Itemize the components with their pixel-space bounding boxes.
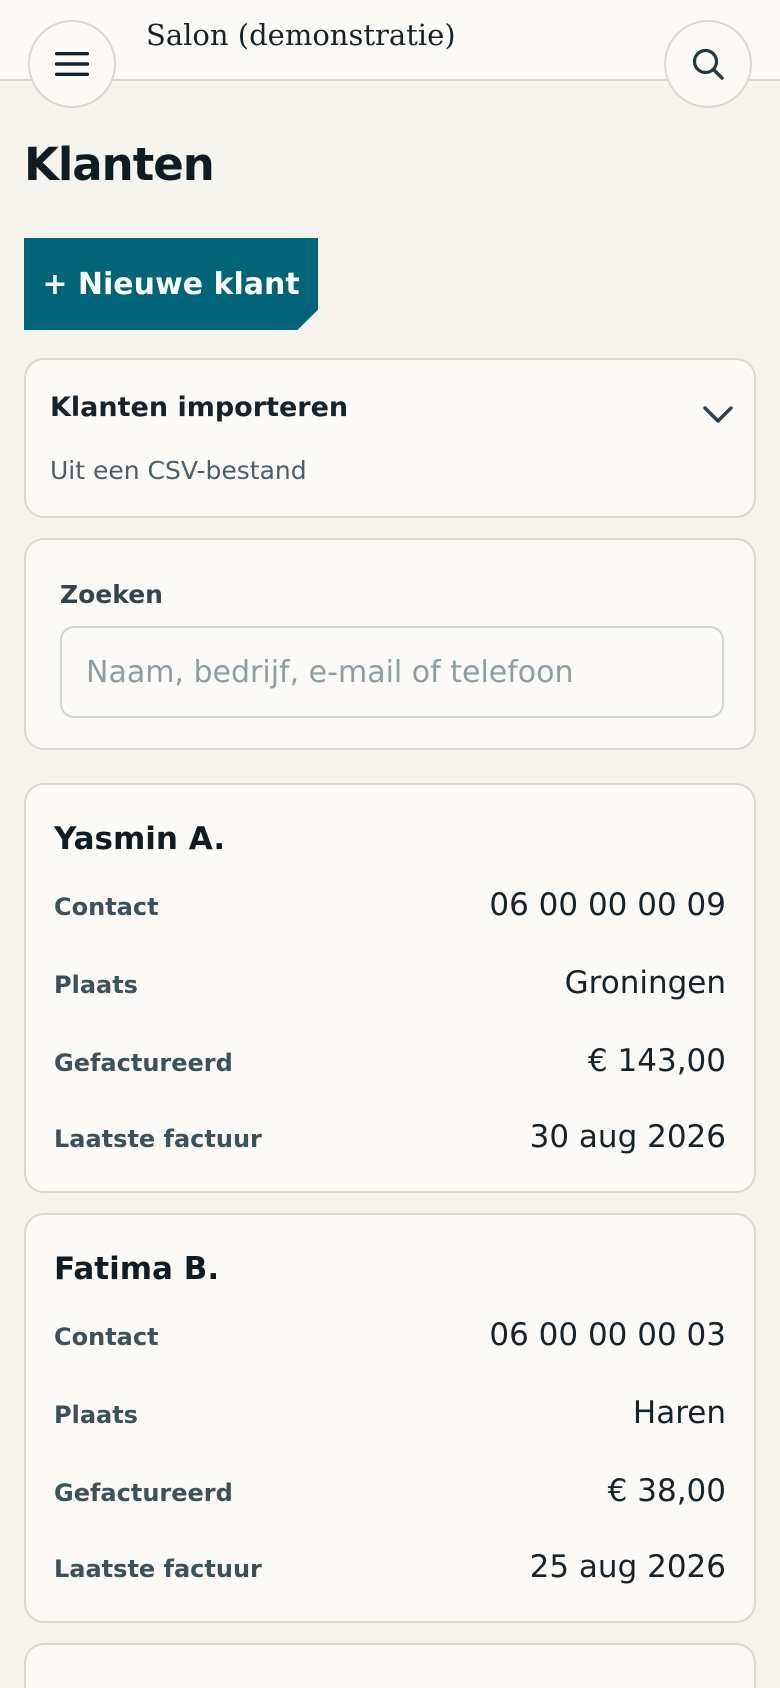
hamburger-menu-icon (55, 52, 89, 76)
import-clients-panel[interactable]: Klanten importeren Uit een CSV-bestand (24, 358, 756, 518)
chevron-down-icon[interactable] (700, 396, 736, 432)
last-invoice-value: 30 aug 2026 (529, 1119, 726, 1155)
contact-label: Contact (54, 1323, 159, 1351)
page-title: Klanten (24, 138, 215, 191)
search-button[interactable] (664, 20, 752, 108)
invoiced-label: Gefactureerd (54, 1049, 233, 1077)
client-card[interactable]: Yasmin A. Contact 06 00 00 00 09 Plaats … (24, 783, 756, 1193)
last-invoice-value: 25 aug 2026 (529, 1549, 726, 1585)
contact-value: 06 00 00 00 09 (489, 887, 726, 923)
client-name[interactable]: Fatima B. (54, 1251, 219, 1287)
client-card[interactable]: Fatima B. Contact 06 00 00 00 03 Plaats … (24, 1213, 756, 1623)
search-label: Zoeken (60, 580, 163, 609)
invoiced-label: Gefactureerd (54, 1479, 233, 1507)
contact-label: Contact (54, 893, 159, 921)
search-input[interactable] (60, 626, 724, 718)
search-panel: Zoeken (24, 538, 756, 750)
invoiced-value: € 38,00 (607, 1473, 726, 1509)
invoiced-value: € 143,00 (587, 1043, 726, 1079)
client-name[interactable]: Yasmin A. (54, 821, 225, 857)
place-value: Haren (632, 1395, 726, 1431)
brand-name[interactable]: Salon (demonstratie) (146, 18, 456, 52)
last-invoice-label: Laatste factuur (54, 1125, 262, 1153)
client-card[interactable] (24, 1643, 756, 1688)
contact-value: 06 00 00 00 03 (489, 1317, 726, 1353)
new-client-button[interactable]: + Nieuwe klant (24, 238, 318, 330)
last-invoice-label: Laatste factuur (54, 1555, 262, 1583)
import-title: Klanten importeren (50, 392, 349, 423)
search-icon (692, 48, 724, 80)
import-subtitle: Uit een CSV-bestand (50, 456, 307, 485)
place-label: Plaats (54, 971, 138, 999)
menu-button[interactable] (28, 20, 116, 108)
top-bar: Salon (demonstratie) (0, 0, 780, 108)
place-label: Plaats (54, 1401, 138, 1429)
place-value: Groningen (564, 965, 726, 1001)
